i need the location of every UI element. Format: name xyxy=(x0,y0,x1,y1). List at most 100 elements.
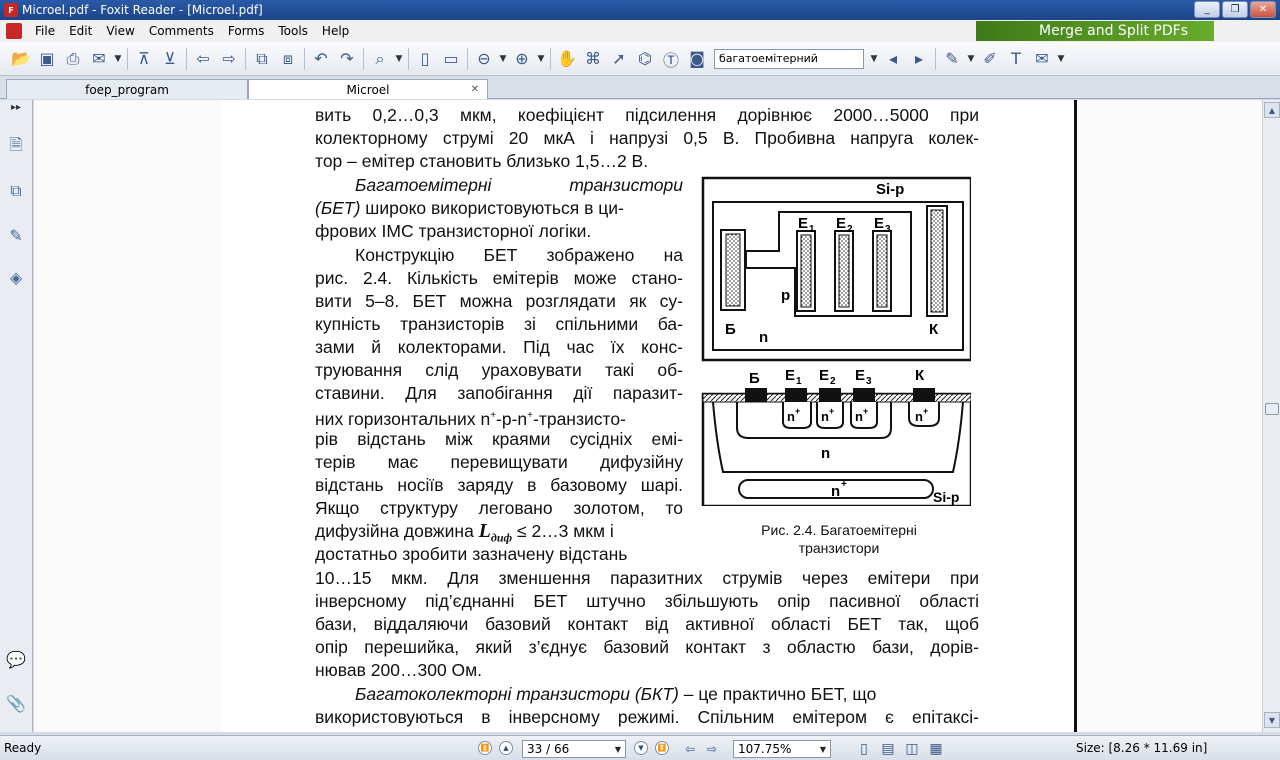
page-dropdown-icon[interactable]: ▼ xyxy=(615,745,621,754)
label-base: Б xyxy=(725,321,736,338)
italic-term: (БЕТ) xyxy=(315,198,361,218)
annotations-panel-icon[interactable]: ✎ xyxy=(6,224,26,246)
loupe-icon[interactable]: ⌘ xyxy=(581,47,605,71)
text-run: дифузійна довжина xyxy=(315,521,479,541)
zoom-in-icon[interactable]: ⊕ xyxy=(510,47,534,71)
text-select-icon[interactable]: Ⓣ xyxy=(659,47,683,71)
redo-icon[interactable]: ↷ xyxy=(335,47,359,71)
zoom-magnifier-icon[interactable]: ⌕ xyxy=(368,47,392,71)
zoom-dropdown-icon[interactable]: ▼ xyxy=(394,47,404,71)
zoom-out-icon[interactable]: ⊖ xyxy=(472,47,496,71)
previous-page-icon[interactable]: ⊼ xyxy=(132,47,156,71)
main-toolbar: 📂 ▣ ⎙ ✉ ▼ ⊼ ⊻ ⇦ ⇨ ⧉ ⧈ ↶ ↷ ⌕ ▼ ▯ ▭ ⊖ ▼ ⊕ … xyxy=(0,42,1280,76)
label-e3: E xyxy=(874,215,884,232)
zoom-dropdown-icon[interactable]: ▼ xyxy=(820,745,826,754)
zoom-in-dropdown-icon[interactable]: ▼ xyxy=(536,47,546,71)
zoom-level-input[interactable]: 107.75% ▼ xyxy=(733,740,831,758)
last-page-icon[interactable]: ⏬ xyxy=(655,741,669,755)
label-e2-sub: 2 xyxy=(847,224,853,235)
typewriter-icon[interactable]: T xyxy=(1004,47,1028,71)
search-input[interactable] xyxy=(714,48,864,69)
undo-icon[interactable]: ↶ xyxy=(309,47,333,71)
extract-page-icon[interactable]: ⧉ xyxy=(250,47,274,71)
menu-file[interactable]: File xyxy=(28,24,62,38)
scrollbar-thumb[interactable] xyxy=(1265,403,1279,415)
text-run: ≤ 2…3 мкм і xyxy=(512,521,614,541)
sidebar-expand-icon[interactable]: ▸▸ xyxy=(6,100,26,114)
document-tab-bar: foep_program Microel ✕ xyxy=(0,77,1280,99)
label-e3-sub: 3 xyxy=(866,376,872,387)
menu-edit[interactable]: Edit xyxy=(62,24,99,38)
tab-label: foep_program xyxy=(85,82,169,97)
bookmarks-panel-icon[interactable]: 🗎 xyxy=(6,135,26,158)
first-page-icon[interactable]: ⏫ xyxy=(478,741,492,755)
merge-split-promo-banner[interactable]: Merge and Split PDFs xyxy=(976,21,1214,41)
continuous-view-icon[interactable]: ▤ xyxy=(880,740,896,757)
print-icon[interactable]: ⎙ xyxy=(61,47,85,71)
email-dropdown-icon[interactable]: ▼ xyxy=(113,47,123,71)
layers-panel-icon[interactable]: ◈ xyxy=(6,266,26,288)
page-number-input[interactable]: 33 / 66 ▼ xyxy=(522,740,626,758)
caption-line: транзистори xyxy=(798,540,880,556)
go-forward-icon[interactable]: ⇨ xyxy=(704,740,720,757)
hand-tool-icon[interactable]: ✋ xyxy=(555,47,579,71)
tab-foep-program[interactable]: foep_program xyxy=(6,79,248,99)
scroll-down-arrow-icon[interactable]: ▼ xyxy=(1264,712,1280,728)
toolbar-separator xyxy=(467,47,468,70)
tab-microel[interactable]: Microel ✕ xyxy=(248,79,488,99)
next-page-icon[interactable]: ⊻ xyxy=(158,47,182,71)
menu-help[interactable]: Help xyxy=(315,24,356,38)
attachments-panel-icon[interactable]: 📎 xyxy=(6,692,26,714)
binoculars-icon[interactable]: ⌬ xyxy=(633,47,657,71)
minimize-button[interactable]: _ xyxy=(1194,1,1220,18)
search-dropdown-icon[interactable]: ▼ xyxy=(869,47,879,71)
text-line: тор – емітер становить близько 1,5…2 В. xyxy=(315,151,649,171)
fit-page-icon[interactable]: ▯ xyxy=(413,47,437,71)
vertical-scrollbar[interactable]: ▲ ▼ xyxy=(1262,100,1280,732)
highlight-icon[interactable]: ✐ xyxy=(978,47,1002,71)
fit-width-icon[interactable]: ▭ xyxy=(439,47,463,71)
back-arrow-icon[interactable]: ⇦ xyxy=(191,47,215,71)
note-dropdown-icon[interactable]: ▼ xyxy=(1056,47,1066,71)
go-back-icon[interactable]: ⇦ xyxy=(682,740,698,757)
find-previous-icon[interactable]: ◂ xyxy=(881,47,905,71)
single-page-view-icon[interactable]: ▯ xyxy=(856,740,872,757)
note-icon[interactable]: ✉ xyxy=(1030,47,1054,71)
label-plus: + xyxy=(795,406,800,416)
next-page-icon[interactable]: ▼ xyxy=(634,741,648,755)
document-view[interactable]: вить 0,2…0,3 мкм, коефіцієнт підсилення … xyxy=(34,100,1262,732)
menu-view[interactable]: View xyxy=(99,24,141,38)
save-icon[interactable]: ▣ xyxy=(35,47,59,71)
email-icon[interactable]: ✉ xyxy=(87,47,111,71)
zoom-out-dropdown-icon[interactable]: ▼ xyxy=(498,47,508,71)
maximize-button[interactable]: ❐ xyxy=(1222,1,1248,18)
comments-panel-icon[interactable]: 💬 xyxy=(6,648,26,670)
facing-view-icon[interactable]: ◫ xyxy=(904,740,920,757)
find-next-icon[interactable]: ▸ xyxy=(907,47,931,71)
continuous-facing-view-icon[interactable]: ▦ xyxy=(928,740,944,757)
tab-close-icon[interactable]: ✕ xyxy=(471,84,479,95)
menu-tools[interactable]: Tools xyxy=(271,24,315,38)
snapshot-icon[interactable]: ◙ xyxy=(685,47,709,71)
previous-page-icon[interactable]: ▲ xyxy=(499,741,513,755)
scroll-up-arrow-icon[interactable]: ▲ xyxy=(1264,102,1280,118)
status-text: Ready xyxy=(4,741,42,755)
forward-arrow-icon[interactable]: ⇨ xyxy=(217,47,241,71)
pencil-dropdown-icon[interactable]: ▼ xyxy=(966,47,976,71)
select-arrow-icon[interactable]: ➚ xyxy=(607,47,631,71)
open-folder-icon[interactable]: 📂 xyxy=(9,47,33,71)
label-e1: E xyxy=(785,367,795,384)
text-line: них горизонтальних n+-p-n+-транзисто- xyxy=(315,405,626,430)
document-icon[interactable] xyxy=(6,23,22,39)
text-run: широко використовуються в ци- xyxy=(360,198,624,218)
insert-page-icon[interactable]: ⧈ xyxy=(276,47,300,71)
pages-panel-icon[interactable]: ⧉ xyxy=(6,180,26,202)
top-view: Si-p E 1 E 2 E 3 p Б n К xyxy=(701,176,971,362)
close-button[interactable]: ✕ xyxy=(1250,1,1276,18)
label-e2-sub: 2 xyxy=(830,376,836,387)
menu-comments[interactable]: Comments xyxy=(142,24,221,38)
pencil-tool-icon[interactable]: ✎ xyxy=(940,47,964,71)
menu-forms[interactable]: Forms xyxy=(221,24,271,38)
label-plus: + xyxy=(923,406,928,416)
math-symbol: L xyxy=(478,520,491,542)
